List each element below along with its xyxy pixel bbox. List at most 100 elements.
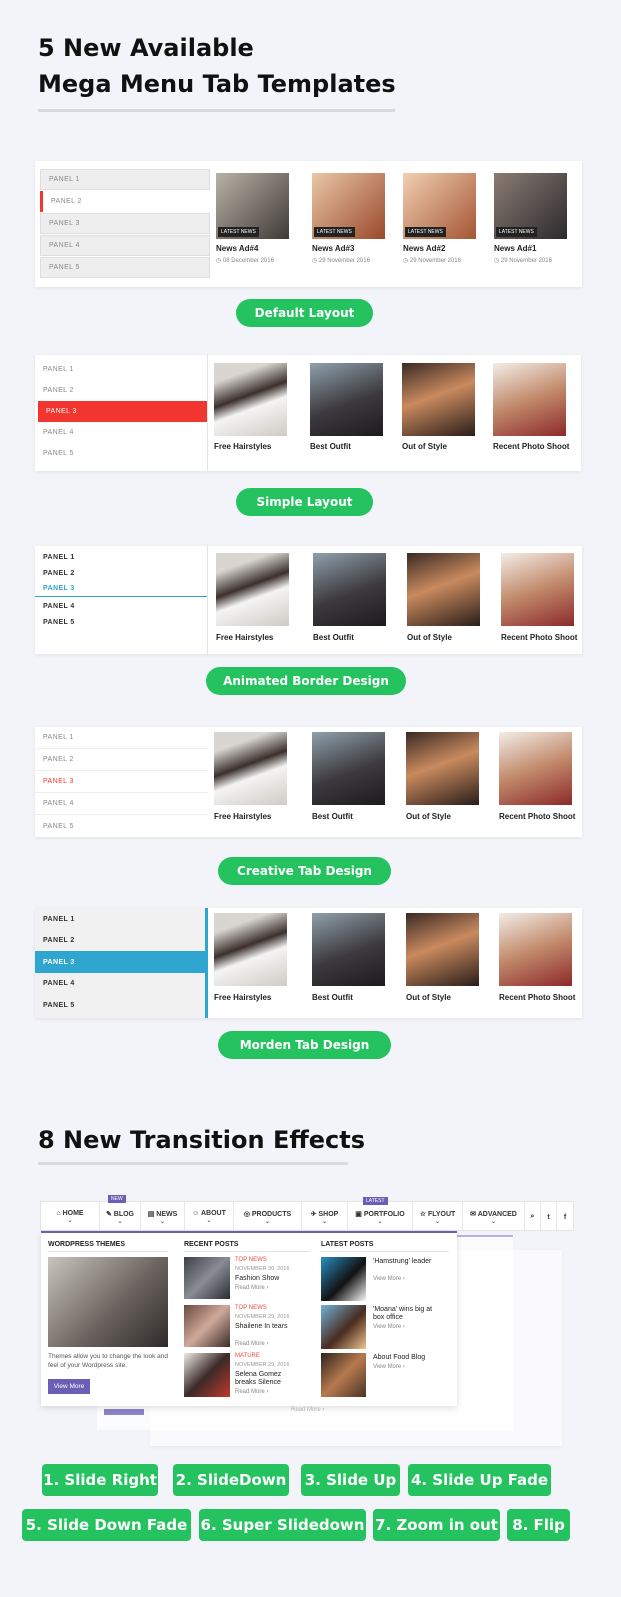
photo-thumbnail[interactable] (214, 913, 287, 986)
photo-thumbnail[interactable] (499, 732, 572, 805)
tab-panel-5[interactable]: PANEL 5 (35, 614, 207, 630)
tab-panel-2[interactable]: PANEL 2 (40, 191, 210, 212)
tab-panel-5[interactable]: PANEL 5 (35, 994, 205, 1016)
tab-panel-1[interactable]: PANEL 1 (35, 908, 205, 930)
effect-flip-button[interactable]: 8. Flip (507, 1509, 570, 1541)
photo-thumbnail[interactable] (406, 913, 479, 986)
photo-caption[interactable]: Recent Photo Shoot (499, 812, 575, 821)
tab-panel-3[interactable]: PANEL 3 (35, 581, 207, 597)
read-more-link[interactable]: Read More › (235, 1285, 268, 1291)
tab-panel-5[interactable]: PANEL 5 (40, 257, 210, 278)
twitter-icon[interactable]: t (541, 1202, 557, 1232)
view-more-link[interactable]: View More › (373, 1276, 405, 1282)
read-more-link[interactable]: Read More › (235, 1341, 268, 1347)
nav-advanced[interactable]: ✉ ADVANCED ⌄ (463, 1202, 525, 1232)
read-more-link[interactable]: Read More › (235, 1389, 268, 1395)
post-thumbnail[interactable] (184, 1353, 230, 1397)
news-thumbnail[interactable]: LATEST NEWS (494, 173, 567, 239)
photo-caption[interactable]: Out of Style (406, 993, 451, 1002)
animated-border-button[interactable]: Animated Border Design (206, 667, 406, 695)
post-category[interactable]: MATURE (235, 1353, 260, 1359)
creative-tab-button[interactable]: Creative Tab Design (218, 857, 391, 885)
tab-panel-3[interactable]: PANEL 3 (35, 771, 208, 793)
photo-caption[interactable]: Best Outfit (310, 442, 351, 451)
news-title[interactable]: News Ad#4 (216, 244, 258, 253)
tab-panel-4[interactable]: PANEL 4 (40, 235, 210, 256)
photo-caption[interactable]: Recent Photo Shoot (499, 993, 575, 1002)
news-title[interactable]: News Ad#1 (494, 244, 536, 253)
simple-layout-button[interactable]: Simple Layout (236, 488, 373, 516)
photo-caption[interactable]: Recent Photo Shoot (501, 633, 577, 642)
post-category[interactable]: TOP NEWS (235, 1257, 267, 1263)
photo-thumbnail[interactable] (402, 363, 475, 436)
photo-thumbnail[interactable] (312, 732, 385, 805)
morden-tab-button[interactable]: Morden Tab Design (218, 1031, 391, 1059)
photo-thumbnail[interactable] (216, 553, 289, 626)
tab-panel-4[interactable]: PANEL 4 (35, 793, 208, 815)
photo-caption[interactable]: Out of Style (407, 633, 452, 642)
effect-slide-right-button[interactable]: 1. Slide Right (42, 1464, 158, 1496)
photo-thumbnail[interactable] (406, 732, 479, 805)
tab-panel-3[interactable]: PANEL 3 (38, 401, 207, 422)
photo-caption[interactable]: Free Hairstyles (214, 993, 271, 1002)
tab-panel-3[interactable]: PANEL 3 (35, 951, 205, 973)
view-more-link[interactable]: View More › (373, 1324, 405, 1330)
tab-panel-4[interactable]: PANEL 4 (35, 598, 207, 614)
tab-panel-5[interactable]: PANEL 5 (35, 815, 208, 837)
photo-caption[interactable]: Recent Photo Shoot (493, 442, 569, 451)
photo-thumbnail[interactable] (313, 553, 386, 626)
effect-zoom-in-out-button[interactable]: 7. Zoom in out (373, 1509, 500, 1541)
view-more-link[interactable]: View More › (373, 1364, 405, 1370)
photo-thumbnail[interactable] (407, 553, 480, 626)
effect-slide-down-fade-button[interactable]: 5. Slide Down Fade (22, 1509, 191, 1541)
tab-panel-2[interactable]: PANEL 2 (35, 749, 208, 771)
post-title[interactable]: 'Hamstrung' leader (373, 1258, 433, 1266)
photo-caption[interactable]: Free Hairstyles (214, 812, 271, 821)
photo-caption[interactable]: Out of Style (406, 812, 451, 821)
post-thumbnail[interactable] (321, 1305, 366, 1349)
photo-thumbnail[interactable] (310, 363, 383, 436)
post-category[interactable]: TOP NEWS (235, 1305, 267, 1311)
tab-panel-5[interactable]: PANEL 5 (35, 443, 207, 464)
post-thumbnail[interactable] (321, 1257, 366, 1301)
tab-panel-4[interactable]: PANEL 4 (35, 973, 205, 994)
news-thumbnail[interactable]: LATEST NEWS (312, 173, 385, 239)
photo-caption[interactable]: Free Hairstyles (216, 633, 273, 642)
photo-caption[interactable]: Free Hairstyles (214, 442, 271, 451)
post-thumbnail[interactable] (184, 1305, 230, 1347)
post-title[interactable]: Selena Gomez breaks Silence (235, 1371, 290, 1387)
news-thumbnail[interactable]: LATEST NEWS (403, 173, 476, 239)
post-thumbnail[interactable] (184, 1257, 230, 1299)
effect-slidedown-button[interactable]: 2. SlideDown (173, 1464, 289, 1496)
nav-about[interactable]: ☺ ABOUT ⌄ (185, 1202, 234, 1232)
photo-caption[interactable]: Best Outfit (312, 993, 353, 1002)
tab-panel-1[interactable]: PANEL 1 (35, 359, 207, 380)
tab-panel-1[interactable]: PANEL 1 (40, 169, 210, 190)
tab-panel-1[interactable]: PANEL 1 (35, 549, 207, 565)
default-layout-button[interactable]: Default Layout (236, 299, 373, 327)
photo-thumbnail[interactable] (214, 363, 287, 436)
photo-thumbnail[interactable] (312, 913, 385, 986)
post-title[interactable]: Shailene In tears (235, 1323, 290, 1331)
search-icon[interactable]: ⌕ (525, 1202, 541, 1232)
photo-caption[interactable]: Out of Style (402, 442, 447, 451)
nav-flyout[interactable]: ☆ FLYOUT ⌄ (413, 1202, 463, 1232)
post-thumbnail[interactable] (321, 1353, 366, 1397)
post-title[interactable]: About Food Blog (373, 1354, 435, 1362)
effect-slide-up-button[interactable]: 3. Slide Up (301, 1464, 400, 1496)
nav-shop[interactable]: ✈ SHOP ⌄ (302, 1202, 348, 1232)
photo-thumbnail[interactable] (499, 913, 572, 986)
photo-thumbnail[interactable] (493, 363, 566, 436)
tab-panel-4[interactable]: PANEL 4 (35, 422, 207, 443)
news-thumbnail[interactable]: LATEST NEWS (216, 173, 289, 239)
nav-home[interactable]: ⌂ HOME ⌄ (41, 1202, 100, 1232)
tab-panel-2[interactable]: PANEL 2 (35, 565, 207, 581)
nav-news[interactable]: ▤ NEWS ⌄ (141, 1202, 185, 1232)
nav-portfolio[interactable]: ▣ PORTFOLIO ⌄ (348, 1202, 413, 1232)
tab-panel-1[interactable]: PANEL 1 (35, 727, 208, 749)
photo-caption[interactable]: Best Outfit (312, 812, 353, 821)
post-title[interactable]: 'Moana' wins big at box office (373, 1306, 435, 1322)
nav-blog[interactable]: ✎ BLOG ⌄ (100, 1202, 141, 1232)
effect-slide-up-fade-button[interactable]: 4. Slide Up Fade (408, 1464, 551, 1496)
tab-panel-2[interactable]: PANEL 2 (35, 930, 205, 951)
